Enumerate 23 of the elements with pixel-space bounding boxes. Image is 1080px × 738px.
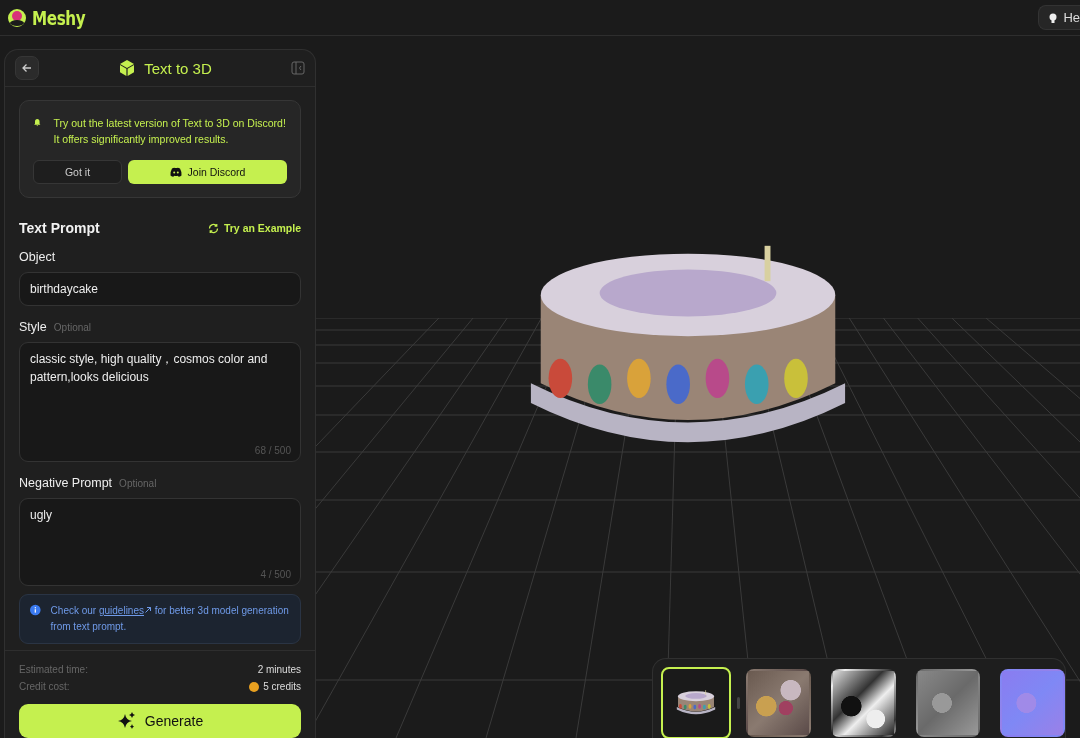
guidelines-link[interactable]: guidelines [98,605,152,616]
field-label: Style [19,320,47,334]
estimate-label: Estimated time: [19,663,88,677]
generate-button[interactable]: Generate [19,704,301,738]
optional-hint: Optional [53,322,92,333]
estimate-label: Credit cost: [19,680,70,694]
estimate-value: 5 credits [263,680,301,694]
got-it-button[interactable]: Got it [33,160,122,184]
try-example-link[interactable]: Try an Example [207,222,301,234]
panel-title: Text to 3D [144,59,212,77]
character-counter: 68 / 500 [254,445,291,456]
info-text: Check our guidelines for better 3d model generation from text prompt. [50,604,290,634]
section-title: Text Prompt [19,220,100,236]
field-label: Negative Prompt [19,476,113,490]
help-button[interactable]: He [1038,5,1080,30]
estimate-value: 2 minutes [257,663,301,677]
character-counter: 4 / 500 [260,569,291,580]
brand-name: Meshy [32,6,86,29]
optional-hint: Optional [119,478,157,489]
notice-text: Try out the latest version of Text to 3D on Discord! It offers significantly improved results. [53,116,287,147]
object-input-field[interactable]: birthdaycake [19,272,301,306]
join-discord-button[interactable]: Join Discord [128,160,287,184]
field-label: Object [19,250,56,264]
